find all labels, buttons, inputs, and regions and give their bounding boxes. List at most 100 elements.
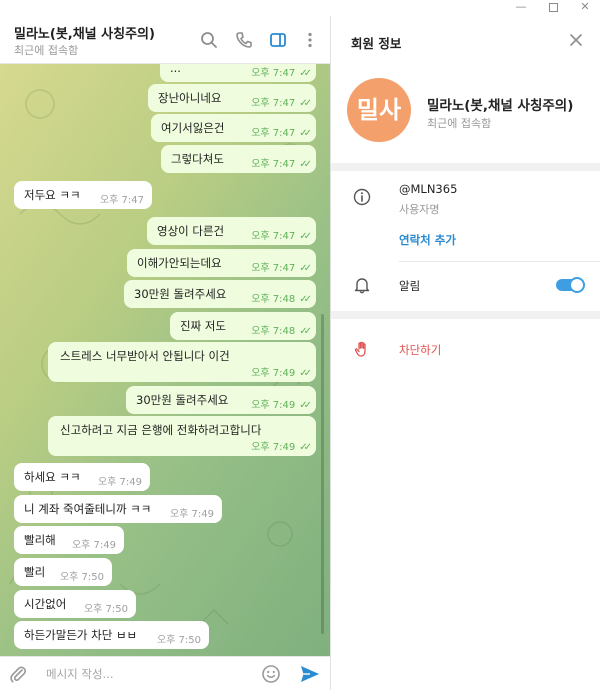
message-text: 빨리	[24, 565, 46, 579]
add-contact-button[interactable]: 연락처 추가	[399, 232, 456, 248]
message-time: 오후 7:47 ✓✓	[251, 98, 312, 109]
username-value[interactable]: @MLN365	[399, 182, 457, 196]
sidebar-panel-icon[interactable]	[268, 30, 288, 50]
message-bubble-incoming[interactable]: 저두요 ㅋㅋ 오후 7:47	[14, 181, 152, 209]
notifications-toggle[interactable]	[556, 277, 585, 293]
message-time: 오후 7:47 ✓✓	[251, 159, 312, 170]
row-divider	[399, 261, 600, 262]
phone-icon[interactable]	[234, 30, 254, 50]
message-text: 저두요 ㅋㅋ	[24, 188, 81, 202]
message-time: 오후 7:47 ✓✓	[251, 263, 312, 274]
message-composer	[0, 656, 330, 691]
send-icon[interactable]	[299, 664, 321, 684]
message-time: 오후 7:49	[169, 509, 214, 520]
read-check-icon: ✓✓	[299, 400, 312, 411]
read-check-icon: ✓✓	[299, 231, 312, 242]
read-check-icon: ✓✓	[299, 326, 312, 337]
bell-icon	[354, 278, 370, 294]
message-time: 오후 7:47 ✓✓	[251, 231, 312, 242]
message-time: 오후 7:49	[71, 540, 116, 551]
message-time: 오후 7:49	[97, 477, 142, 488]
read-check-icon: ✓✓	[299, 263, 312, 274]
message-time: 오후 7:47 ✓✓	[251, 68, 312, 79]
emoji-icon[interactable]	[261, 664, 281, 684]
member-status: 최근에 접속함	[427, 117, 492, 130]
message-bubble-outgoing[interactable]: 신고하려고 지금 은행에 전화하려고합니다 오후 7:49 ✓✓	[48, 416, 316, 456]
username-label: 사용자명	[399, 203, 440, 216]
message-text: 진짜 저도	[180, 319, 226, 333]
message-bubble-outgoing[interactable]: 그렇다쳐도 오후 7:47 ✓✓	[161, 145, 316, 173]
message-bubble-incoming[interactable]: 하세요 ㅋㅋ 오후 7:49	[14, 463, 150, 491]
message-text: 니 계좌 죽여줄테니까 ㅋㅋ	[24, 502, 152, 516]
message-input[interactable]	[46, 657, 246, 691]
message-time: 오후 7:47 ✓✓	[251, 128, 312, 139]
message-text: 영상이 다른건	[157, 224, 225, 238]
message-bubble-incoming[interactable]: 빨리 오후 7:50	[14, 558, 112, 586]
message-time: 오후 7:49 ✓✓	[251, 368, 312, 379]
message-bubble-outgoing[interactable]: 진짜 저도 오후 7:48 ✓✓	[170, 312, 316, 340]
read-check-icon: ✓✓	[299, 442, 312, 453]
chat-title[interactable]: 밀라노(봇,채널 사칭주의)	[14, 23, 155, 42]
message-time: 오후 7:49 ✓✓	[251, 400, 312, 411]
section-divider	[331, 311, 600, 319]
message-bubble-outgoing[interactable]: 여기서잃은건 오후 7:47 ✓✓	[151, 114, 316, 142]
member-name: 밀라노(봇,채널 사칭주의)	[427, 98, 574, 114]
message-text: 이해가안되는데요	[137, 256, 222, 270]
message-bubble-incoming[interactable]: 니 계좌 죽여줄테니까 ㅋㅋ 오후 7:49	[14, 495, 222, 523]
message-bubble-outgoing[interactable]: 30만원 돌려주세요 오후 7:49 ✓✓	[126, 386, 316, 414]
read-check-icon: ✓✓	[299, 128, 312, 139]
chat-pane: 밀라노(봇,채널 사칭주의) 최근에 접속함 ... 오후 7:47 ✓✓ 장난…	[0, 16, 330, 691]
maximize-icon[interactable]	[538, 0, 568, 16]
search-icon[interactable]	[199, 30, 219, 50]
message-text: 그렇다쳐도	[171, 152, 224, 166]
message-time: 오후 7:50	[156, 635, 201, 646]
close-icon[interactable]	[568, 32, 584, 48]
window-titlebar: — ✕	[0, 0, 600, 16]
message-text: 30만원 돌려주세요	[136, 393, 229, 407]
message-bubble-outgoing[interactable]: ... 오후 7:47 ✓✓	[160, 64, 316, 82]
message-bubble-incoming[interactable]: 시간없어 오후 7:50	[14, 590, 136, 618]
info-icon	[353, 188, 371, 206]
message-bubble-outgoing[interactable]: 30만원 돌려주세요 오후 7:48 ✓✓	[124, 280, 316, 308]
message-bubble-incoming[interactable]: 빨리해 오후 7:49	[14, 526, 124, 554]
message-time: 오후 7:50	[59, 572, 104, 583]
scrollbar[interactable]	[321, 314, 324, 634]
message-bubble-outgoing[interactable]: 이해가안되는데요 오후 7:47 ✓✓	[127, 249, 316, 277]
chat-status: 최근에 접속함	[14, 44, 79, 57]
section-divider	[331, 163, 600, 171]
toggle-knob	[569, 277, 585, 293]
message-text: 하세요 ㅋㅋ	[24, 470, 81, 484]
minimize-icon[interactable]: —	[506, 0, 536, 16]
message-bubble-outgoing[interactable]: 스트레스 너무받아서 안됩니다 이건 오후 7:49 ✓✓	[48, 342, 316, 382]
hand-block-icon	[354, 341, 366, 357]
read-check-icon: ✓✓	[299, 159, 312, 170]
avatar[interactable]: 밀사	[347, 78, 411, 142]
member-info-panel: 회원 정보 밀사 밀라노(봇,채널 사칭주의) 최근에 접속함 @MLN365 …	[331, 16, 600, 690]
message-text: 시간없어	[24, 597, 67, 611]
more-vertical-icon[interactable]	[300, 30, 320, 50]
message-bubble-outgoing[interactable]: 영상이 다른건 오후 7:47 ✓✓	[147, 217, 316, 245]
block-button[interactable]: 차단하기	[399, 342, 441, 358]
message-text: 장난아니네요	[158, 91, 222, 105]
notifications-label: 알림	[399, 279, 421, 293]
message-time: 오후 7:50	[83, 604, 128, 615]
read-check-icon: ✓✓	[299, 294, 312, 305]
message-text: 하든가말든가 차단 ㅂㅂ	[24, 628, 138, 642]
message-text: ...	[170, 64, 181, 75]
read-check-icon: ✓✓	[299, 368, 312, 379]
message-text: 30만원 돌려주세요	[134, 287, 227, 301]
message-bubble-incoming[interactable]: 하든가말든가 차단 ㅂㅂ 오후 7:50	[14, 621, 209, 649]
message-text: 스트레스 너무받아서 안됩니다 이건	[60, 349, 230, 363]
message-list[interactable]: ... 오후 7:47 ✓✓ 장난아니네요 오후 7:47 ✓✓ 여기서잃은건 오후…	[0, 64, 330, 656]
paperclip-icon[interactable]	[8, 664, 28, 684]
message-time: 오후 7:48 ✓✓	[251, 326, 312, 337]
message-text: 신고하려고 지금 은행에 전화하려고합니다	[60, 423, 262, 437]
read-check-icon: ✓✓	[299, 98, 312, 109]
info-panel-title: 회원 정보	[351, 36, 402, 51]
read-check-icon: ✓✓	[299, 68, 312, 79]
window-close-icon[interactable]: ✕	[570, 0, 600, 16]
message-bubble-outgoing[interactable]: 장난아니네요 오후 7:47 ✓✓	[148, 84, 316, 112]
message-text: 여기서잃은건	[161, 121, 225, 135]
message-time: 오후 7:49 ✓✓	[251, 442, 312, 453]
message-text: 빨리해	[24, 533, 56, 547]
